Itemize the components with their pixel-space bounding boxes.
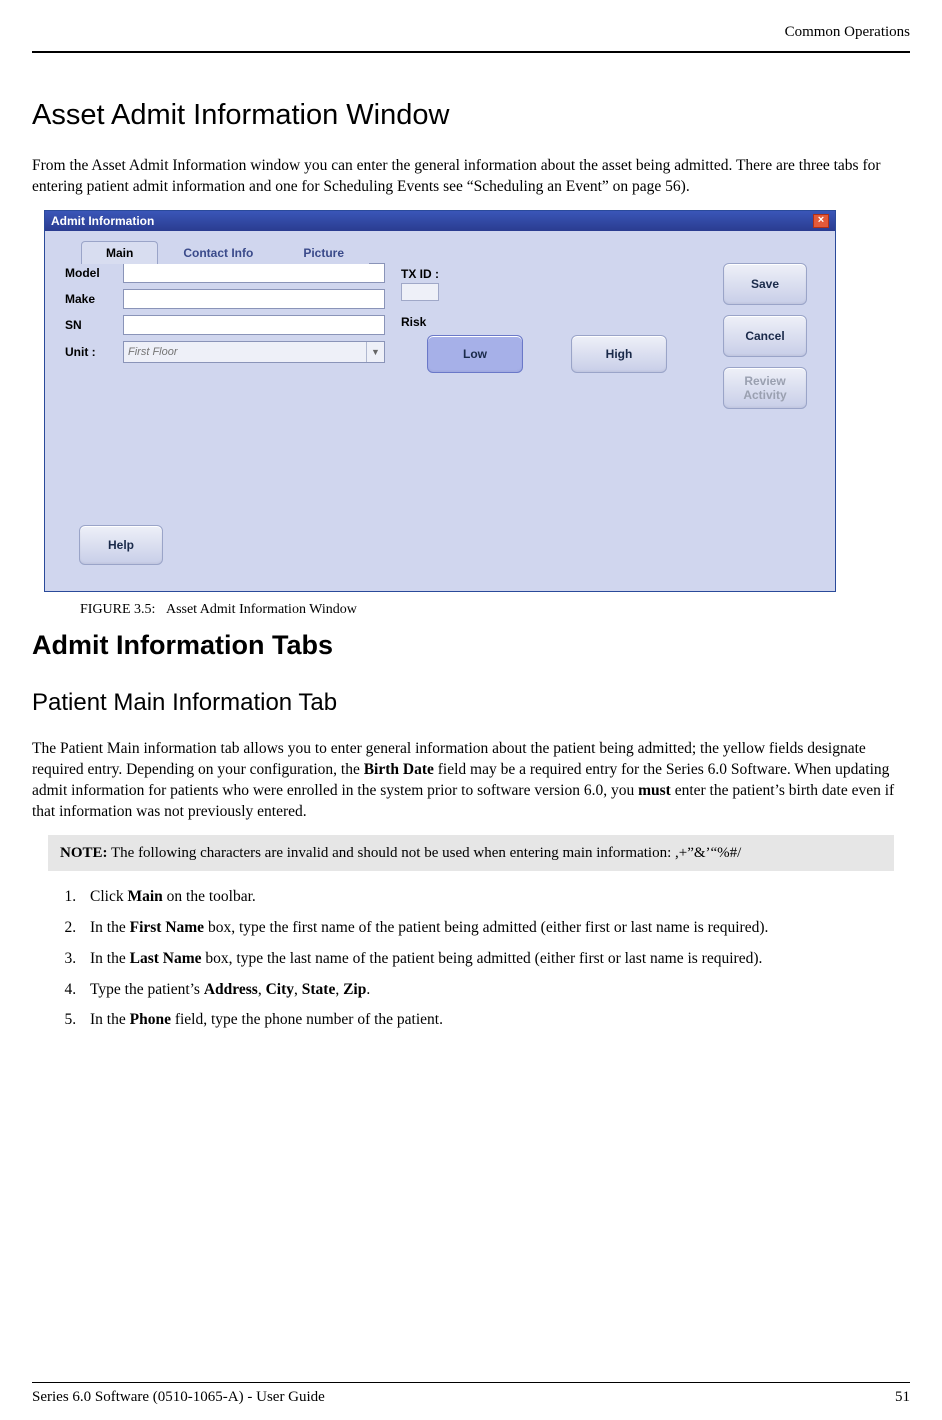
combo-unit[interactable]: ▼ [123,341,385,363]
note-box: NOTE: The following characters are inval… [48,835,894,871]
heading-asset-admit: Asset Admit Information Window [32,99,910,132]
label-unit: Unit : [65,345,123,359]
admit-information-window: Admit Information × Main Contact Info Pi… [44,210,836,592]
field-unit-row: Unit : ▼ [65,341,385,363]
review-activity-button[interactable]: Review Activity [723,367,807,409]
header-section: Common Operations [785,24,910,40]
step-4: Type the patient’s Address, City, State,… [80,980,910,1001]
intro-paragraph: From the Asset Admit Information window … [32,156,910,198]
page-footer: Series 6.0 Software (0510-1065-A) - User… [32,1382,910,1406]
tab-main[interactable]: Main [81,241,158,264]
left-column: Model Make SN Unit : [65,263,385,409]
label-make: Make [65,292,123,306]
label-sn: SN [65,318,123,332]
heading-admit-tabs: Admit Information Tabs [32,630,910,661]
field-sn-row: SN [65,315,385,335]
footer-page-number: 51 [895,1389,910,1406]
risk-high-button[interactable]: High [571,335,667,373]
risk-group: Risk Low High [401,315,707,373]
screenshot-container: Admit Information × Main Contact Info Pi… [44,210,910,592]
field-make-row: Make [65,289,385,309]
step-5: In the Phone field, type the phone numbe… [80,1010,910,1031]
tab-contact-info[interactable]: Contact Info [158,241,278,264]
note-text: The following characters are invalid and… [108,845,742,861]
tab-strip: Main Contact Info Picture [81,241,823,264]
step-3: In the Last Name box, type the last name… [80,949,910,970]
page-header: Common Operations [32,20,910,53]
steps-list: Click Main on the toolbar. In the First … [80,887,910,1032]
heading-patient-main-tab: Patient Main Information Tab [32,689,910,717]
input-sn[interactable] [123,315,385,335]
close-icon[interactable]: × [813,214,829,228]
cancel-button[interactable]: Cancel [723,315,807,357]
figure-label: FIGURE 3.5: [80,602,155,617]
form-area: Model Make SN Unit : [65,263,823,409]
middle-column: TX ID : Risk Low High [401,263,707,409]
note-lead: NOTE: [60,845,108,861]
chevron-down-icon[interactable]: ▼ [366,342,384,362]
window-titlebar[interactable]: Admit Information × [45,211,835,231]
input-make[interactable] [123,289,385,309]
risk-low-button[interactable]: Low [427,335,523,373]
label-risk: Risk [401,315,707,329]
patient-main-paragraph: The Patient Main information tab allows … [32,739,910,823]
window-body: Main Contact Info Picture Model Make SN [45,231,835,591]
step-1: Click Main on the toolbar. [80,887,910,908]
combo-unit-input[interactable] [124,342,366,362]
figure-caption-text: Asset Admit Information Window [166,602,357,617]
label-model: Model [65,266,123,280]
tab-picture[interactable]: Picture [278,241,369,264]
input-model[interactable] [123,263,385,283]
step-2: In the First Name box, type the first na… [80,918,910,939]
right-column: Save Cancel Review Activity [723,263,823,409]
footer-left: Series 6.0 Software (0510-1065-A) - User… [32,1389,325,1406]
help-button[interactable]: Help [79,525,163,565]
figure-caption: FIGURE 3.5: Asset Admit Information Wind… [80,602,910,618]
txid-display [401,283,439,301]
label-txid: TX ID : [401,267,707,281]
window-title: Admit Information [51,214,154,228]
save-button[interactable]: Save [723,263,807,305]
field-model-row: Model [65,263,385,283]
